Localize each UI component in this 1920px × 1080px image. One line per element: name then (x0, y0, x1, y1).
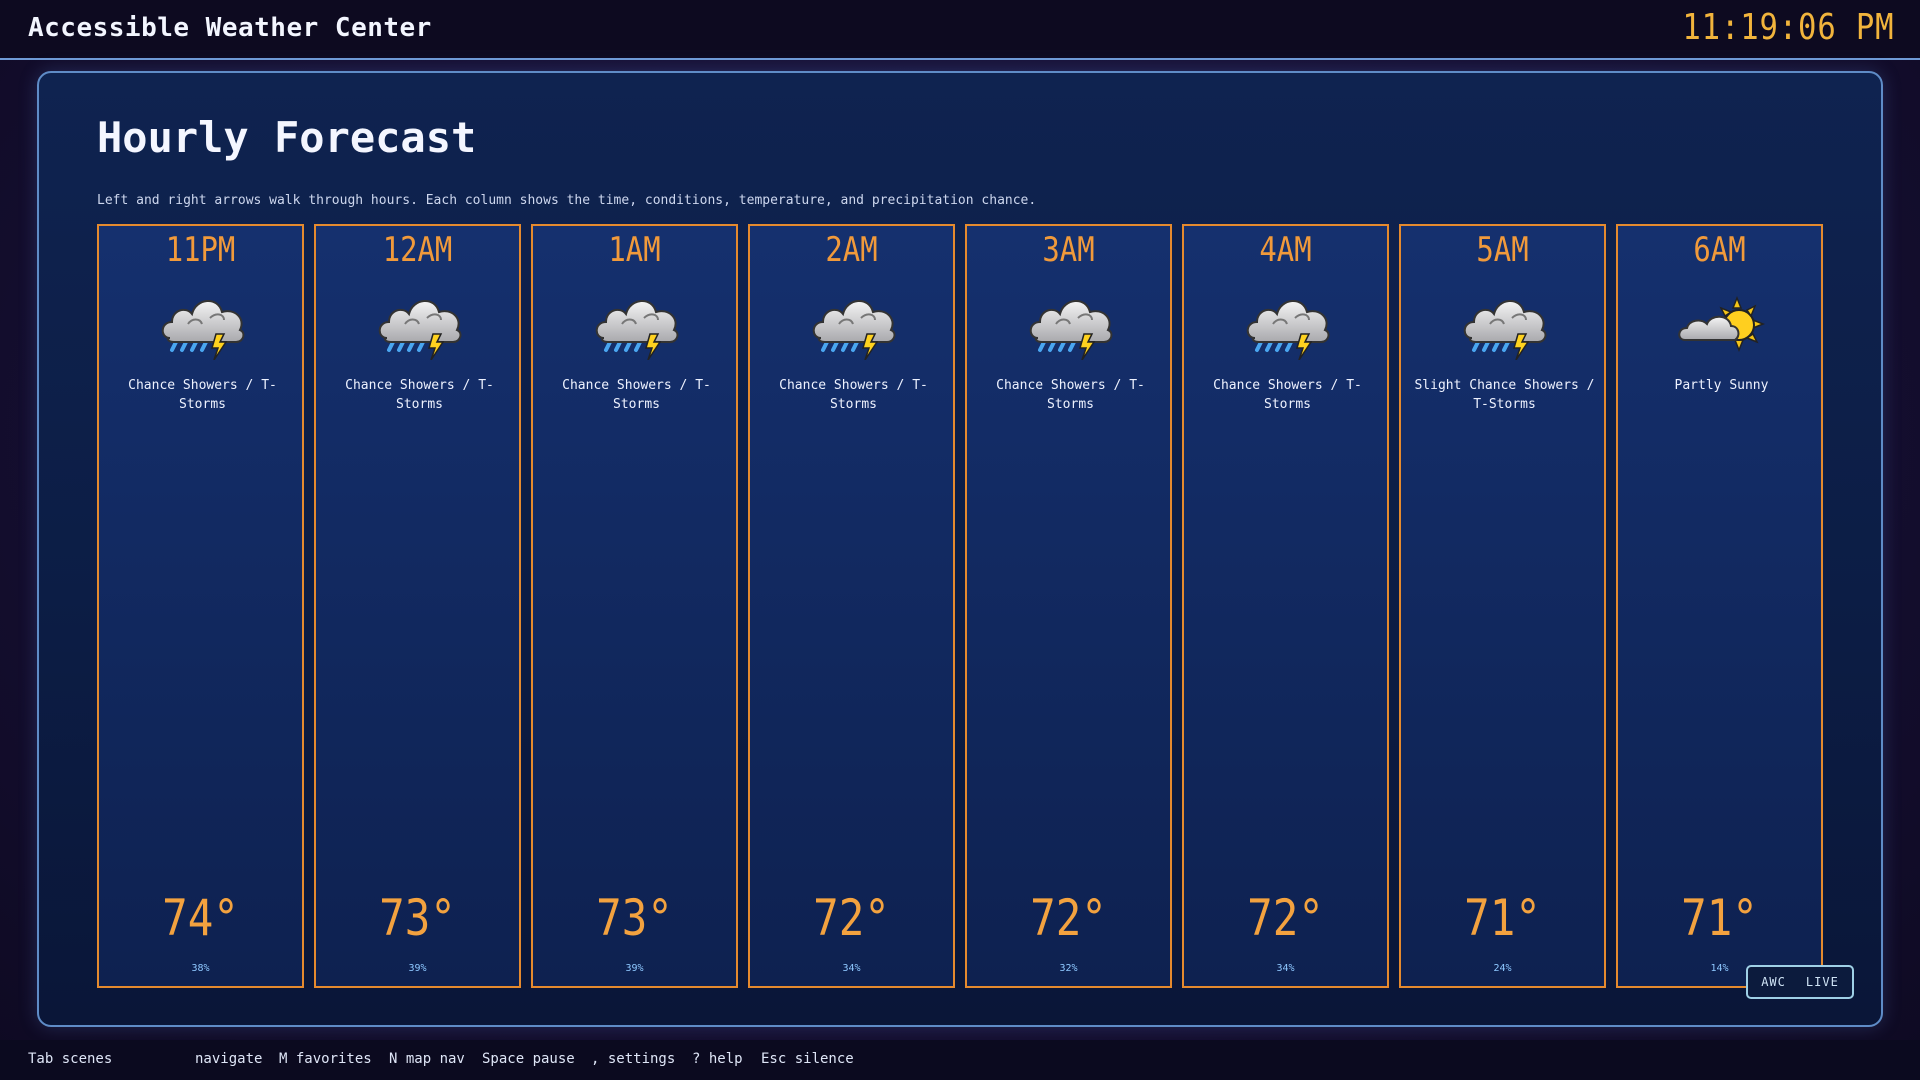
hour-column[interactable]: 2AM Chance Showers / T-Storms 72° 34% (748, 224, 955, 988)
hour-temperature: 73° (596, 889, 673, 947)
hour-time: 5AM (1476, 230, 1529, 270)
hour-precip-chance: 34% (1276, 963, 1295, 974)
top-bar: Accessible Weather Center 11:19:06 PM (0, 0, 1920, 60)
thunderstorm-icon (1243, 284, 1333, 360)
shortcut-tab: Tab scenes (28, 1051, 113, 1067)
hour-column[interactable]: 3AM Chance Showers / T-Storms 72° 32% (965, 224, 1172, 988)
hour-column[interactable]: 6AM Partly Sunny 71° 14% (1616, 224, 1823, 988)
shortcut-favorites: M favorites (279, 1051, 372, 1067)
hour-temperature: 72° (1030, 889, 1107, 947)
hour-condition: Slight Chance Showers / T-Storms (1414, 378, 1595, 412)
hour-time: 3AM (1042, 230, 1095, 270)
hour-column[interactable]: 1AM Chance Showers / T-Storms 73° 39% (531, 224, 738, 988)
hourly-columns: 11PM Chance Showers / T-Storms 74° 38% 1… (97, 224, 1827, 988)
hour-temperature: 71° (1464, 889, 1541, 947)
thunderstorm-icon (809, 284, 899, 360)
thunderstorm-icon (375, 284, 465, 360)
shortcut-map-nav: N map nav (389, 1051, 465, 1067)
forecast-panel: Hourly Forecast Left and right arrows wa… (37, 71, 1883, 1027)
page-title: Hourly Forecast (97, 113, 477, 162)
hour-precip-chance: 39% (625, 963, 644, 974)
hour-precip-chance: 38% (191, 963, 210, 974)
hour-temperature: 72° (813, 889, 890, 947)
hour-time: 2AM (825, 230, 878, 270)
hour-column[interactable]: 11PM Chance Showers / T-Storms 74° 38% (97, 224, 304, 988)
keyboard-shortcuts-bar: Tab scenes navigate M favorites N map na… (0, 1040, 1920, 1080)
hour-time: 4AM (1259, 230, 1312, 270)
hour-temperature: 72° (1247, 889, 1324, 947)
hour-temperature: 73° (379, 889, 456, 947)
live-badge: AWC LIVE (1746, 965, 1854, 999)
app-title: Accessible Weather Center (28, 13, 432, 43)
hour-time: 11PM (165, 230, 236, 270)
hour-condition: Chance Showers / T-Storms (345, 378, 494, 412)
hour-precip-chance: 32% (1059, 963, 1078, 974)
hour-column[interactable]: 4AM Chance Showers / T-Storms 72° 34% (1182, 224, 1389, 988)
clock: 11:19:06 PM (1681, 7, 1894, 48)
hour-time: 12AM (382, 230, 453, 270)
hour-precip-chance: 34% (842, 963, 861, 974)
thunderstorm-icon (592, 284, 682, 360)
shortcut-help: ? help (692, 1051, 743, 1067)
shortcut-settings: , settings (591, 1051, 676, 1067)
hour-condition: Partly Sunny (1674, 378, 1769, 393)
navigation-hint: Left and right arrows walk through hours… (97, 193, 1037, 208)
partly-sunny-icon (1677, 284, 1767, 360)
hour-condition: Chance Showers / T-Storms (128, 378, 277, 412)
shortcut-silence: Esc silence (761, 1051, 854, 1067)
badge-live: LIVE (1805, 975, 1839, 989)
thunderstorm-icon (158, 284, 248, 360)
hour-time: 6AM (1693, 230, 1746, 270)
hour-condition: Chance Showers / T-Storms (996, 378, 1145, 412)
hour-time: 1AM (608, 230, 661, 270)
thunderstorm-icon (1460, 284, 1550, 360)
thunderstorm-icon (1026, 284, 1116, 360)
shortcut-pause: Space pause (482, 1051, 575, 1067)
hour-precip-chance: 39% (408, 963, 427, 974)
hour-column[interactable]: 12AM Chance Showers / T-Storms 73° 39% (314, 224, 521, 988)
hour-condition: Chance Showers / T-Storms (562, 378, 711, 412)
hour-condition: Chance Showers / T-Storms (779, 378, 928, 412)
hour-condition: Chance Showers / T-Storms (1213, 378, 1362, 412)
hour-precip-chance: 24% (1493, 963, 1512, 974)
hour-column[interactable]: 5AM Slight Chance Showers / T-Storms 71°… (1399, 224, 1606, 988)
shortcut-navigate: navigate (195, 1051, 263, 1067)
badge-station: AWC (1761, 975, 1786, 989)
hour-temperature: 71° (1681, 889, 1758, 947)
hour-temperature: 74° (162, 889, 239, 947)
